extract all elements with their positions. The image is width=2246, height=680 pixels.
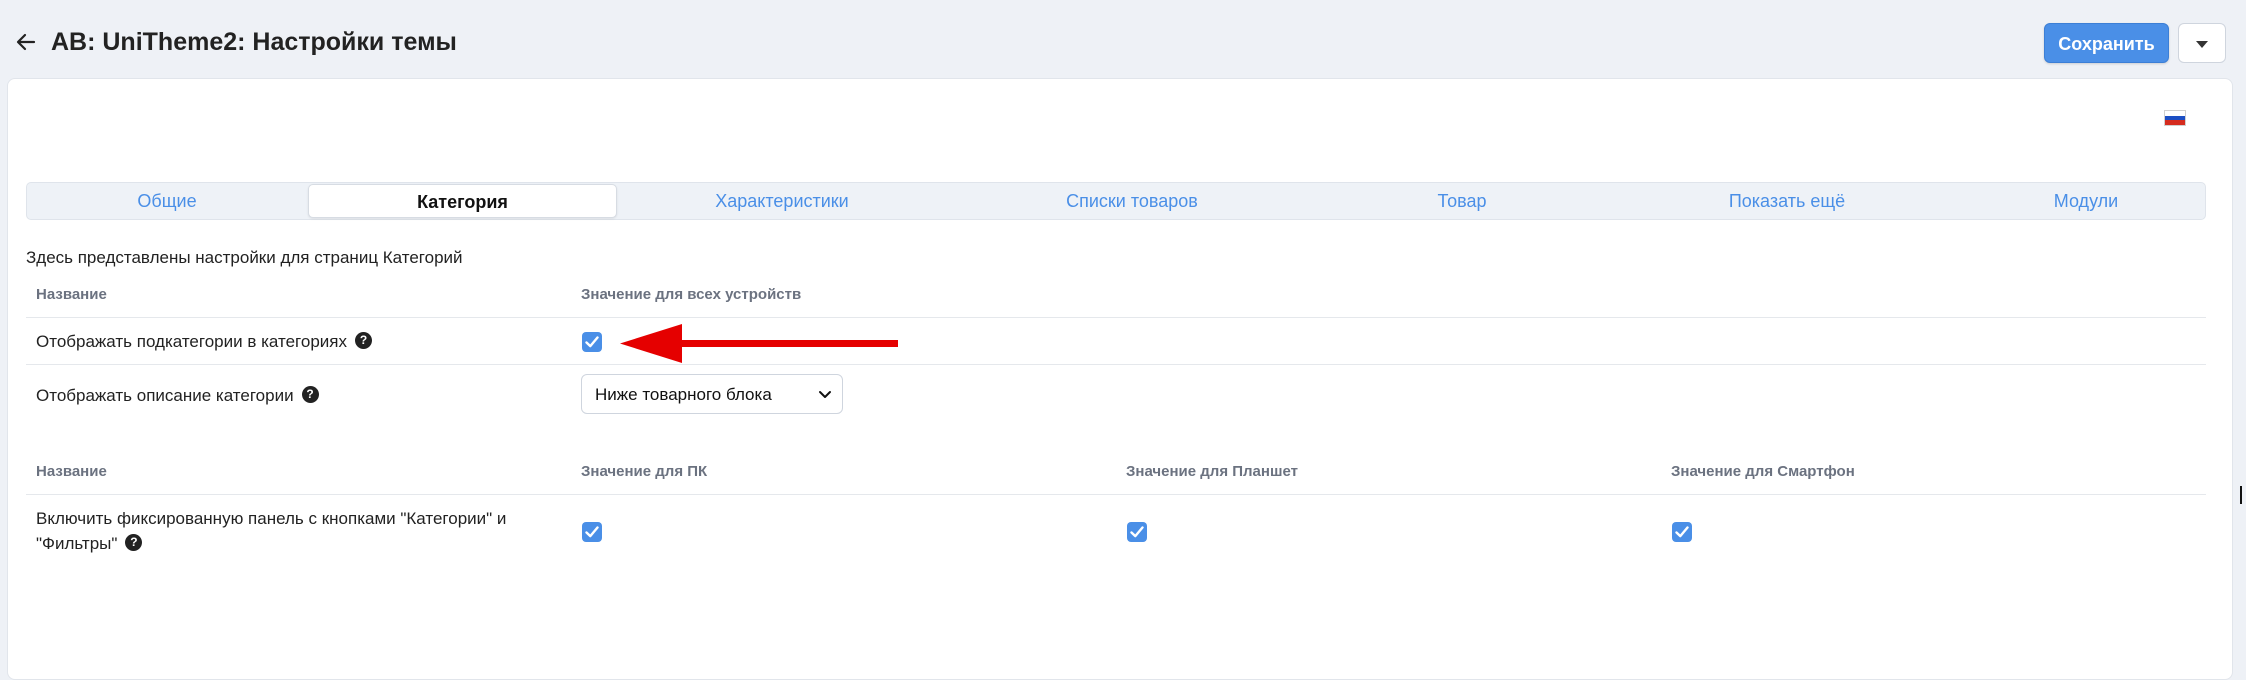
show-subcategories-checkbox[interactable] <box>582 332 602 352</box>
column-header-name: Название <box>36 463 107 480</box>
settings-card <box>7 78 2233 680</box>
divider <box>26 494 2206 495</box>
tab-category[interactable]: Категория <box>308 184 617 218</box>
save-button[interactable]: Сохранить <box>2044 23 2169 63</box>
column-header-pc: Значение для ПК <box>581 463 708 480</box>
tab-modules[interactable]: Модули <box>1967 183 2205 219</box>
text-cursor-icon <box>2240 486 2242 504</box>
tab-product[interactable]: Товар <box>1317 183 1607 219</box>
tab-general[interactable]: Общие <box>27 183 307 219</box>
russian-flag-icon[interactable] <box>2164 110 2186 126</box>
back-arrow-icon[interactable] <box>14 30 38 54</box>
chevron-down-icon <box>819 391 831 398</box>
setting-label-line1: Включить фиксированную панель с кнопками… <box>36 509 507 528</box>
column-header-tablet: Значение для Планшет <box>1126 463 1298 480</box>
tab-product-lists[interactable]: Списки товаров <box>947 183 1317 219</box>
tab-bar: Общие Категория Характеристики Списки то… <box>26 182 2206 220</box>
divider <box>26 364 2206 365</box>
divider <box>26 317 2206 318</box>
column-header-name: Название <box>36 286 107 303</box>
section-description: Здесь представлены настройки для страниц… <box>26 248 463 267</box>
setting-label-line2: "Фильтры" <box>36 534 118 553</box>
select-value: Ниже товарного блока <box>595 385 772 404</box>
caret-down-icon <box>2196 41 2208 48</box>
annotation-arrow <box>620 324 898 363</box>
column-header-all-devices: Значение для всех устройств <box>581 286 802 303</box>
page-title: AB: UniTheme2: Настройки темы <box>51 28 457 56</box>
category-description-select[interactable]: Ниже товарного блока <box>581 374 843 414</box>
setting-label-text: Отображать описание категории <box>36 386 294 405</box>
more-actions-button[interactable] <box>2178 23 2226 63</box>
tab-features[interactable]: Характеристики <box>617 183 947 219</box>
fixed-panel-pc-checkbox[interactable] <box>582 522 602 542</box>
top-bar: AB: UniTheme2: Настройки темы Сохранить <box>0 0 2246 78</box>
fixed-panel-phone-checkbox[interactable] <box>1672 522 1692 542</box>
help-icon[interactable]: ? <box>301 386 319 404</box>
help-icon[interactable]: ? <box>354 332 372 350</box>
setting-label: Отображать описание категории? <box>36 383 319 408</box>
help-icon[interactable]: ? <box>125 534 143 552</box>
tab-show-more[interactable]: Показать ещё <box>1607 183 1967 219</box>
setting-label-text: Отображать подкатегории в категориях <box>36 332 347 351</box>
column-header-phone: Значение для Смартфон <box>1671 463 1855 480</box>
setting-label: Включить фиксированную панель с кнопками… <box>36 506 506 556</box>
setting-label: Отображать подкатегории в категориях? <box>36 329 372 354</box>
fixed-panel-tablet-checkbox[interactable] <box>1127 522 1147 542</box>
